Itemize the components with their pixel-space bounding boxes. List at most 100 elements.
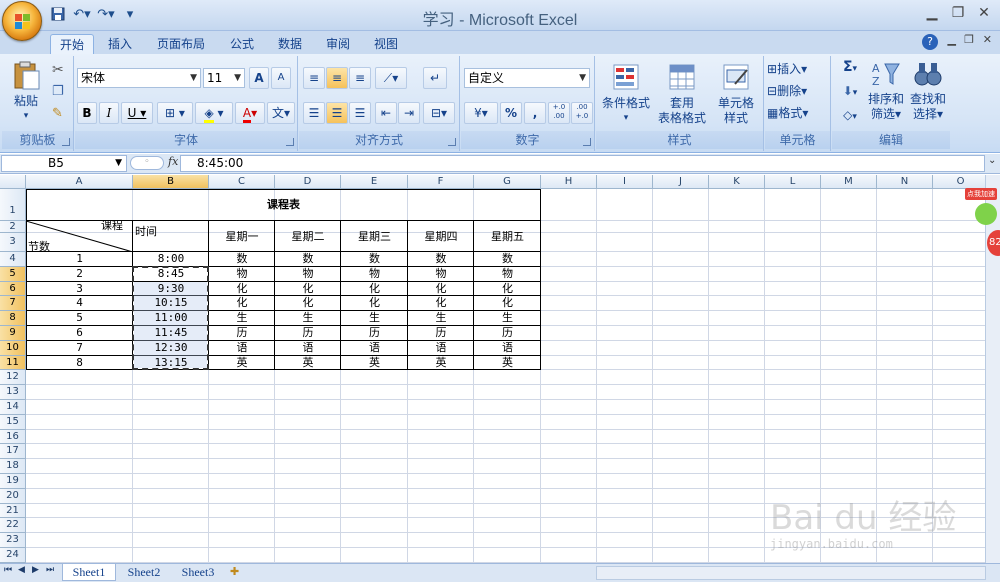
fill-color-button[interactable]: ◈ ▾ (195, 102, 233, 124)
row-header-11[interactable]: 11 (0, 355, 26, 371)
formula-bar-resize-handle[interactable]: ◦ (130, 156, 164, 170)
increase-indent-button[interactable]: ⇥ (398, 102, 420, 124)
next-sheet-icon[interactable]: ▶ (32, 565, 39, 575)
customize-qat-icon[interactable]: ▾ (120, 5, 140, 23)
comma-button[interactable]: , (524, 102, 546, 124)
decrease-decimal-button[interactable]: .00 +.0 (571, 102, 593, 124)
row-header-9[interactable]: 9 (0, 326, 26, 341)
borders-button[interactable]: ⊞ ▾ (157, 102, 193, 124)
cell-styles-button[interactable]: 单元格 样式 (710, 62, 762, 132)
insert-cells-button[interactable]: ⊞插入▾ (767, 62, 829, 77)
align-top-button[interactable]: ≡ (303, 67, 325, 89)
column-header-b[interactable]: B (133, 175, 209, 189)
column-header-a[interactable]: A (26, 175, 133, 189)
number-format-combo[interactable]: 自定义 ▼ (464, 68, 590, 88)
tab-formulas[interactable]: 公式 (220, 34, 264, 54)
wb-close-icon[interactable]: ✕ (983, 33, 992, 46)
row-header-22[interactable]: 22 (0, 518, 26, 534)
sheet-tab-3[interactable]: Sheet3 (172, 564, 224, 581)
select-all-button[interactable] (0, 175, 26, 189)
clipboard-launcher-icon[interactable] (62, 138, 70, 146)
column-header-c[interactable]: C (209, 175, 275, 189)
column-header-k[interactable]: K (709, 175, 765, 189)
insert-function-icon[interactable]: fx (168, 155, 178, 168)
row-header-14[interactable]: 14 (0, 400, 26, 415)
wb-restore-icon[interactable]: ❐ (964, 33, 974, 46)
column-header-h[interactable]: H (541, 175, 597, 189)
number-launcher-icon[interactable] (583, 138, 591, 146)
row-header-24[interactable]: 24 (0, 548, 26, 563)
row-header-18[interactable]: 18 (0, 459, 26, 474)
close-icon[interactable]: ✕ (974, 3, 994, 23)
row-header-20[interactable]: 20 (0, 488, 26, 504)
row-header-8[interactable]: 8 (0, 311, 26, 326)
tab-view[interactable]: 视图 (364, 34, 408, 54)
expand-formula-icon[interactable]: ⌄ (988, 155, 996, 166)
row-header-13[interactable]: 13 (0, 385, 26, 400)
undo-icon[interactable]: ↶▾ (72, 5, 92, 23)
column-header-f[interactable]: F (408, 175, 474, 189)
sheet-tab-1[interactable]: Sheet1 (62, 564, 116, 581)
row-header-4[interactable]: 4 (0, 252, 26, 267)
column-header-g[interactable]: G (474, 175, 541, 189)
cut-icon[interactable]: ✂ (52, 62, 64, 78)
column-header-n[interactable]: N (877, 175, 933, 189)
row-header-17[interactable]: 17 (0, 444, 26, 460)
formula-input[interactable]: 8:45:00 (180, 155, 985, 172)
delete-cells-button[interactable]: ⊟删除▾ (767, 84, 829, 99)
accelerator-badge[interactable]: 点我加速 82 (965, 183, 1000, 263)
tab-review[interactable]: 审阅 (316, 34, 360, 54)
align-right-button[interactable]: ☰ (349, 102, 371, 124)
save-icon[interactable] (48, 5, 68, 23)
autosum-button[interactable]: Σ▾ (836, 60, 864, 77)
row-header-21[interactable]: 21 (0, 503, 26, 519)
office-button[interactable] (2, 1, 42, 41)
increase-decimal-button[interactable]: +.0 .00 (548, 102, 570, 124)
row-header-2[interactable]: 2 (0, 221, 26, 233)
row-header-7[interactable]: 7 (0, 296, 26, 312)
find-select-button[interactable]: 查找和 选择▾ (908, 60, 948, 132)
insert-sheet-icon[interactable]: ✚ (230, 565, 239, 578)
row-header-19[interactable]: 19 (0, 474, 26, 489)
font-name-combo[interactable]: 宋体 ▼ (77, 68, 201, 88)
align-middle-button[interactable]: ≡ (326, 67, 348, 89)
prev-sheet-icon[interactable]: ◀ (18, 565, 25, 575)
wb-minimize-icon[interactable]: ▁ (948, 33, 956, 46)
horizontal-scrollbar[interactable] (596, 566, 986, 580)
merge-center-button[interactable]: ⊟▾ (423, 102, 455, 124)
phonetic-button[interactable]: 文▾ (267, 102, 295, 124)
font-size-combo[interactable]: 11 ▼ (203, 68, 245, 88)
decrease-indent-button[interactable]: ⇤ (375, 102, 397, 124)
format-cells-button[interactable]: ▦格式▾ (767, 106, 829, 121)
row-header-12[interactable]: 12 (0, 370, 26, 386)
conditional-format-button[interactable]: 条件格式 ▾ (598, 62, 654, 132)
row-header-23[interactable]: 23 (0, 533, 26, 548)
percent-button[interactable]: % (500, 102, 522, 124)
format-painter-icon[interactable]: ✎ (52, 106, 63, 121)
italic-button[interactable]: I (99, 102, 119, 124)
column-header-m[interactable]: M (821, 175, 877, 189)
tab-insert[interactable]: 插入 (98, 34, 142, 54)
row-header-5[interactable]: 5 (0, 266, 26, 282)
underline-button[interactable]: U ▾ (121, 102, 153, 124)
format-as-table-button[interactable]: 套用 表格格式 (654, 62, 710, 132)
fill-button[interactable]: ⬇▾ (836, 84, 864, 101)
redo-icon[interactable]: ↷▾ (96, 5, 116, 23)
sort-filter-button[interactable]: AZ 排序和 筛选▾ (866, 60, 906, 132)
column-header-l[interactable]: L (765, 175, 821, 189)
row-header-3[interactable]: 3 (0, 233, 26, 252)
row-header-10[interactable]: 10 (0, 340, 26, 356)
accounting-format-button[interactable]: ¥▾ (464, 102, 498, 124)
row-header-1[interactable]: 1 (0, 189, 26, 221)
bold-button[interactable]: B (77, 102, 97, 124)
tab-home[interactable]: 开始 (50, 34, 94, 54)
row-header-16[interactable]: 16 (0, 429, 26, 445)
tab-data[interactable]: 数据 (268, 34, 312, 54)
font-color-button[interactable]: A▾ (235, 102, 265, 124)
font-launcher-icon[interactable] (286, 138, 294, 146)
tab-page-layout[interactable]: 页面布局 (148, 34, 214, 54)
alignment-launcher-icon[interactable] (448, 138, 456, 146)
paste-button[interactable]: 粘贴 ▾ (6, 60, 46, 130)
last-sheet-icon[interactable]: ⏭ (46, 565, 54, 575)
column-header-i[interactable]: I (597, 175, 653, 189)
